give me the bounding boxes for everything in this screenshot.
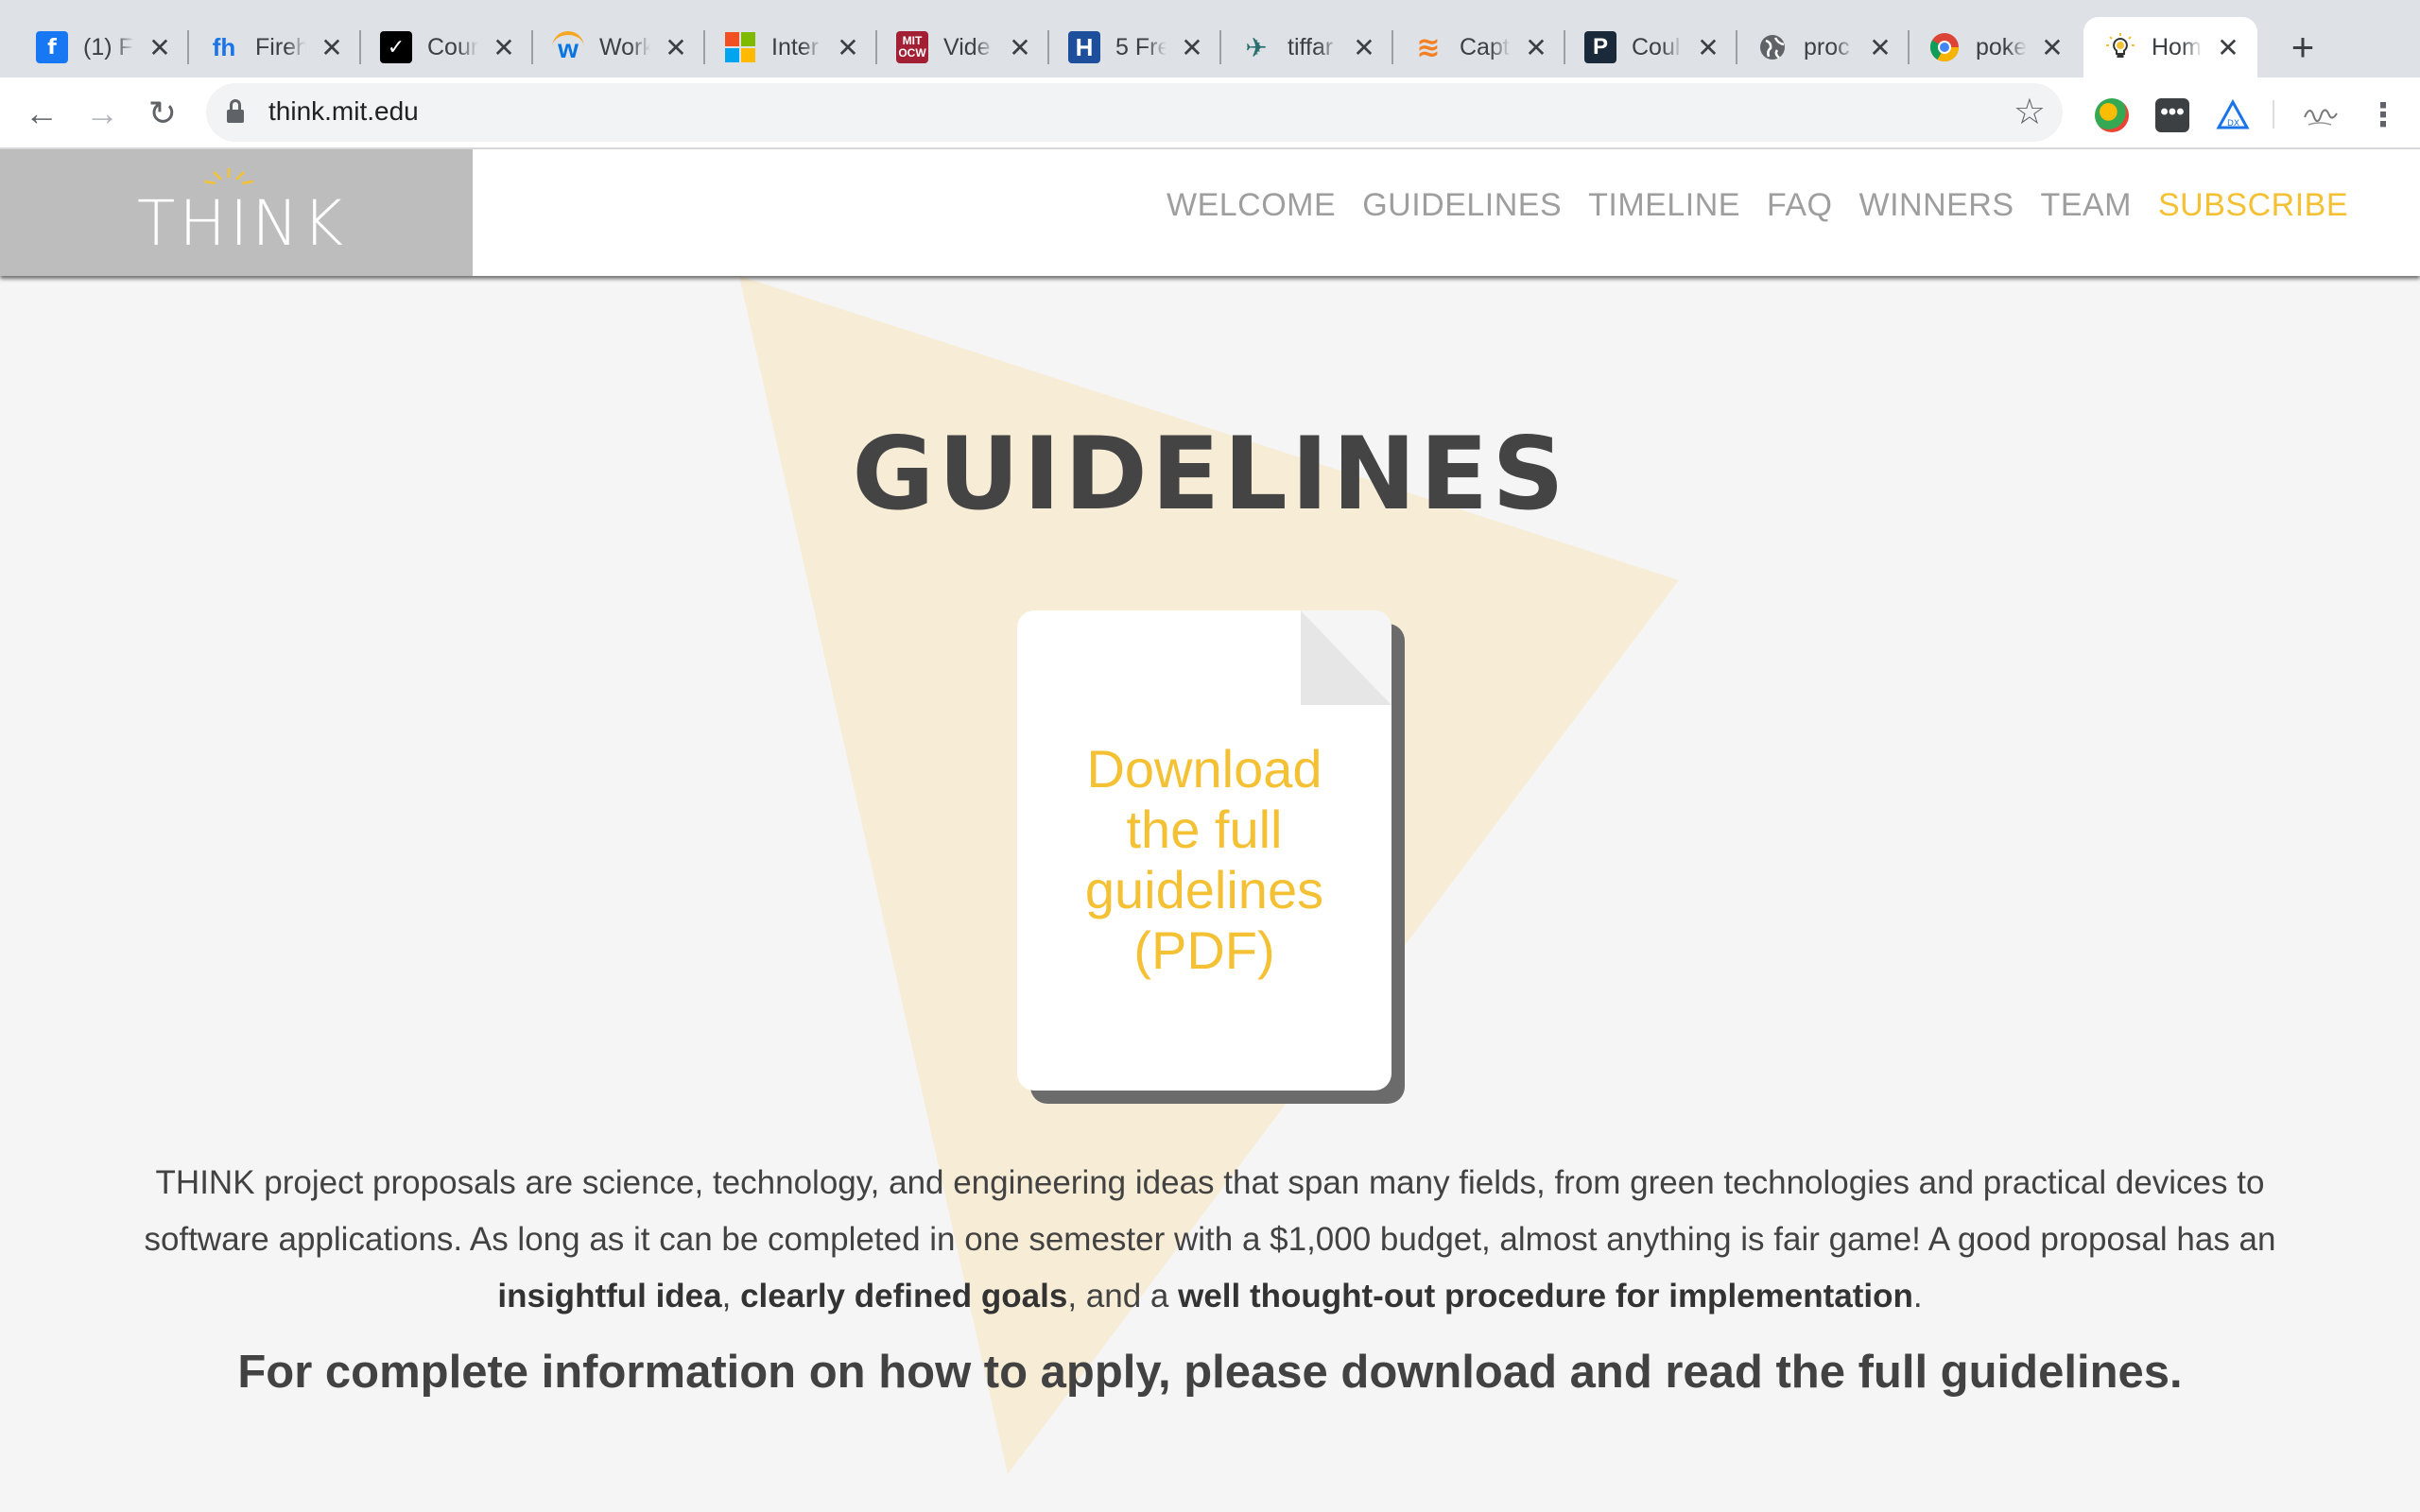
extension-triangle-icon[interactable]: DX: [2216, 98, 2250, 132]
lock-icon: [227, 99, 244, 124]
nav-welcome[interactable]: WELCOME: [1167, 187, 1336, 224]
chrome-icon: [1928, 31, 1961, 63]
svg-text:DX: DX: [2227, 119, 2239, 129]
description-text: THINK project proposals are science, tec…: [144, 1164, 2276, 1258]
stack-icon: ≋: [1416, 31, 1441, 63]
tab-poke[interactable]: poke ✕: [1893, 17, 2082, 77]
nav-subscribe[interactable]: SUBSCRIBE: [2158, 187, 2348, 224]
browser-menu-icon[interactable]: ⋮: [2367, 94, 2399, 136]
workday-icon: w: [552, 31, 584, 63]
forward-icon[interactable]: →: [79, 91, 125, 136]
close-icon[interactable]: ✕: [1524, 32, 1548, 63]
nav-guidelines[interactable]: GUIDELINES: [1362, 187, 1562, 224]
close-icon[interactable]: ✕: [1868, 32, 1893, 63]
close-icon[interactable]: ✕: [147, 32, 172, 63]
url-text[interactable]: think.mit.edu: [268, 96, 419, 127]
close-icon[interactable]: ✕: [1008, 32, 1032, 63]
extension-dots-icon[interactable]: •••: [2155, 98, 2189, 132]
microsoft-icon: [724, 31, 756, 63]
emphasis-insightful-idea: insightful idea: [497, 1278, 722, 1314]
tab-mit-ocw[interactable]: MIT OCW Vide ✕: [860, 17, 1049, 77]
document-icon: Download the full guidelines (PDF): [1017, 610, 1392, 1091]
tab-five-free[interactable]: H 5 Fre ✕: [1032, 17, 1221, 77]
tab-title: Capt: [1460, 33, 1510, 60]
apply-instructions: For complete information on how to apply…: [237, 1347, 2183, 1398]
site-nav: WELCOME GUIDELINES TIMELINE FAQ WINNERS …: [1167, 187, 2348, 224]
download-label-line: the full: [1126, 799, 1283, 859]
logo-text: THINK: [137, 187, 348, 260]
tab-could[interactable]: P Coul ✕: [1548, 17, 1737, 77]
description-text: ,: [721, 1278, 741, 1314]
description-text: .: [1912, 1278, 1923, 1314]
tab-title: Hom: [2152, 33, 2202, 60]
tab-proc[interactable]: proc ✕: [1720, 17, 1910, 77]
download-label-line: guidelines: [1084, 860, 1324, 919]
tab-captions[interactable]: ≋ Capt ✕: [1376, 17, 1565, 77]
back-icon[interactable]: ←: [19, 91, 64, 136]
tab-tiffany[interactable]: ✈ tiffar ✕: [1204, 17, 1393, 77]
extension-chrome-icon[interactable]: [2095, 98, 2129, 132]
nav-winners[interactable]: WINNERS: [1858, 187, 2014, 224]
nav-team[interactable]: TEAM: [2041, 187, 2132, 224]
nav-timeline[interactable]: TIMELINE: [1588, 187, 1740, 224]
checkbox-icon: ✓: [380, 31, 412, 63]
tab-microsoft[interactable]: Inter ✕: [688, 17, 877, 77]
close-icon[interactable]: ✕: [1180, 32, 1204, 63]
emphasis-procedure: well thought-out procedure for implement…: [1178, 1278, 1913, 1314]
tab-title: (1) Fa: [83, 33, 134, 60]
close-icon[interactable]: ✕: [2040, 32, 2065, 63]
facebook-icon: f: [36, 31, 68, 63]
tab-title: tiffar: [1288, 33, 1334, 60]
globe-icon: [1756, 31, 1789, 63]
mit-ocw-icon: MIT OCW: [896, 31, 928, 63]
tab-title: Work: [599, 33, 650, 60]
tab-title: proc: [1804, 33, 1850, 60]
browser-toolbar: ← → ↻ think.mit.edu ☆ ••• DX ⋮: [0, 77, 2420, 149]
site-logo[interactable]: THINK: [0, 149, 473, 276]
site-header: THINK WELCOME GUIDELINES TIMELINE FAQ WI…: [0, 149, 2420, 276]
h-logo-icon: H: [1068, 31, 1100, 63]
tab-title: Vide: [943, 33, 991, 60]
close-icon[interactable]: ✕: [664, 32, 688, 63]
page-title: GUIDELINES: [852, 416, 1568, 532]
download-label-line: (PDF): [1133, 920, 1275, 980]
lightbulb-icon: [2104, 31, 2136, 63]
new-tab-button[interactable]: +: [2278, 23, 2327, 72]
address-bar[interactable]: think.mit.edu ☆: [206, 83, 2063, 142]
tab-title: poke: [1976, 33, 2027, 60]
tab-strip: f (1) Fa ✕ fh Fireh ✕ ✓ Cour ✕ w Work ✕ …: [0, 0, 2420, 77]
page-fold-icon: [1301, 610, 1392, 705]
tab-title: 5 Fre: [1115, 33, 1167, 60]
reload-icon[interactable]: ↻: [140, 91, 185, 136]
p-logo-icon: P: [1584, 31, 1616, 63]
tab-home-active[interactable]: Hom ✕: [2083, 17, 2257, 77]
guidelines-description: THINK project proposals are science, tec…: [142, 1155, 2278, 1325]
tab-facebook[interactable]: f (1) Fa ✕: [0, 17, 189, 77]
tab-title: Fireh: [255, 33, 306, 60]
tab-title: Inter: [771, 33, 820, 60]
close-icon[interactable]: ✕: [320, 32, 344, 63]
bookmark-star-icon[interactable]: ☆: [2014, 91, 2046, 133]
close-icon[interactable]: ✕: [1352, 32, 1376, 63]
download-label: Download the full guidelines (PDF): [1017, 739, 1392, 981]
tab-title: Coul: [1632, 33, 1681, 60]
extension-signature-icon[interactable]: [2301, 98, 2338, 132]
nav-faq[interactable]: FAQ: [1767, 187, 1833, 224]
close-icon[interactable]: ✕: [492, 32, 516, 63]
tab-firehouse[interactable]: fh Fireh ✕: [172, 17, 361, 77]
bird-icon: ✈: [1245, 32, 1268, 62]
toolbar-divider: [2273, 100, 2274, 129]
close-icon[interactable]: ✕: [1696, 32, 1720, 63]
tab-title: Cour: [427, 33, 478, 60]
close-icon[interactable]: ✕: [2216, 32, 2240, 63]
description-text: , and a: [1067, 1278, 1179, 1314]
download-label-line: Download: [1086, 739, 1322, 799]
close-icon[interactable]: ✕: [836, 32, 860, 63]
download-pdf-button[interactable]: Download the full guidelines (PDF): [1017, 610, 1405, 1104]
tab-courses[interactable]: ✓ Cour ✕: [344, 17, 533, 77]
firehouse-icon: fh: [212, 32, 236, 61]
emphasis-clear-goals: clearly defined goals: [740, 1278, 1068, 1314]
tab-workday[interactable]: w Work ✕: [516, 17, 705, 77]
